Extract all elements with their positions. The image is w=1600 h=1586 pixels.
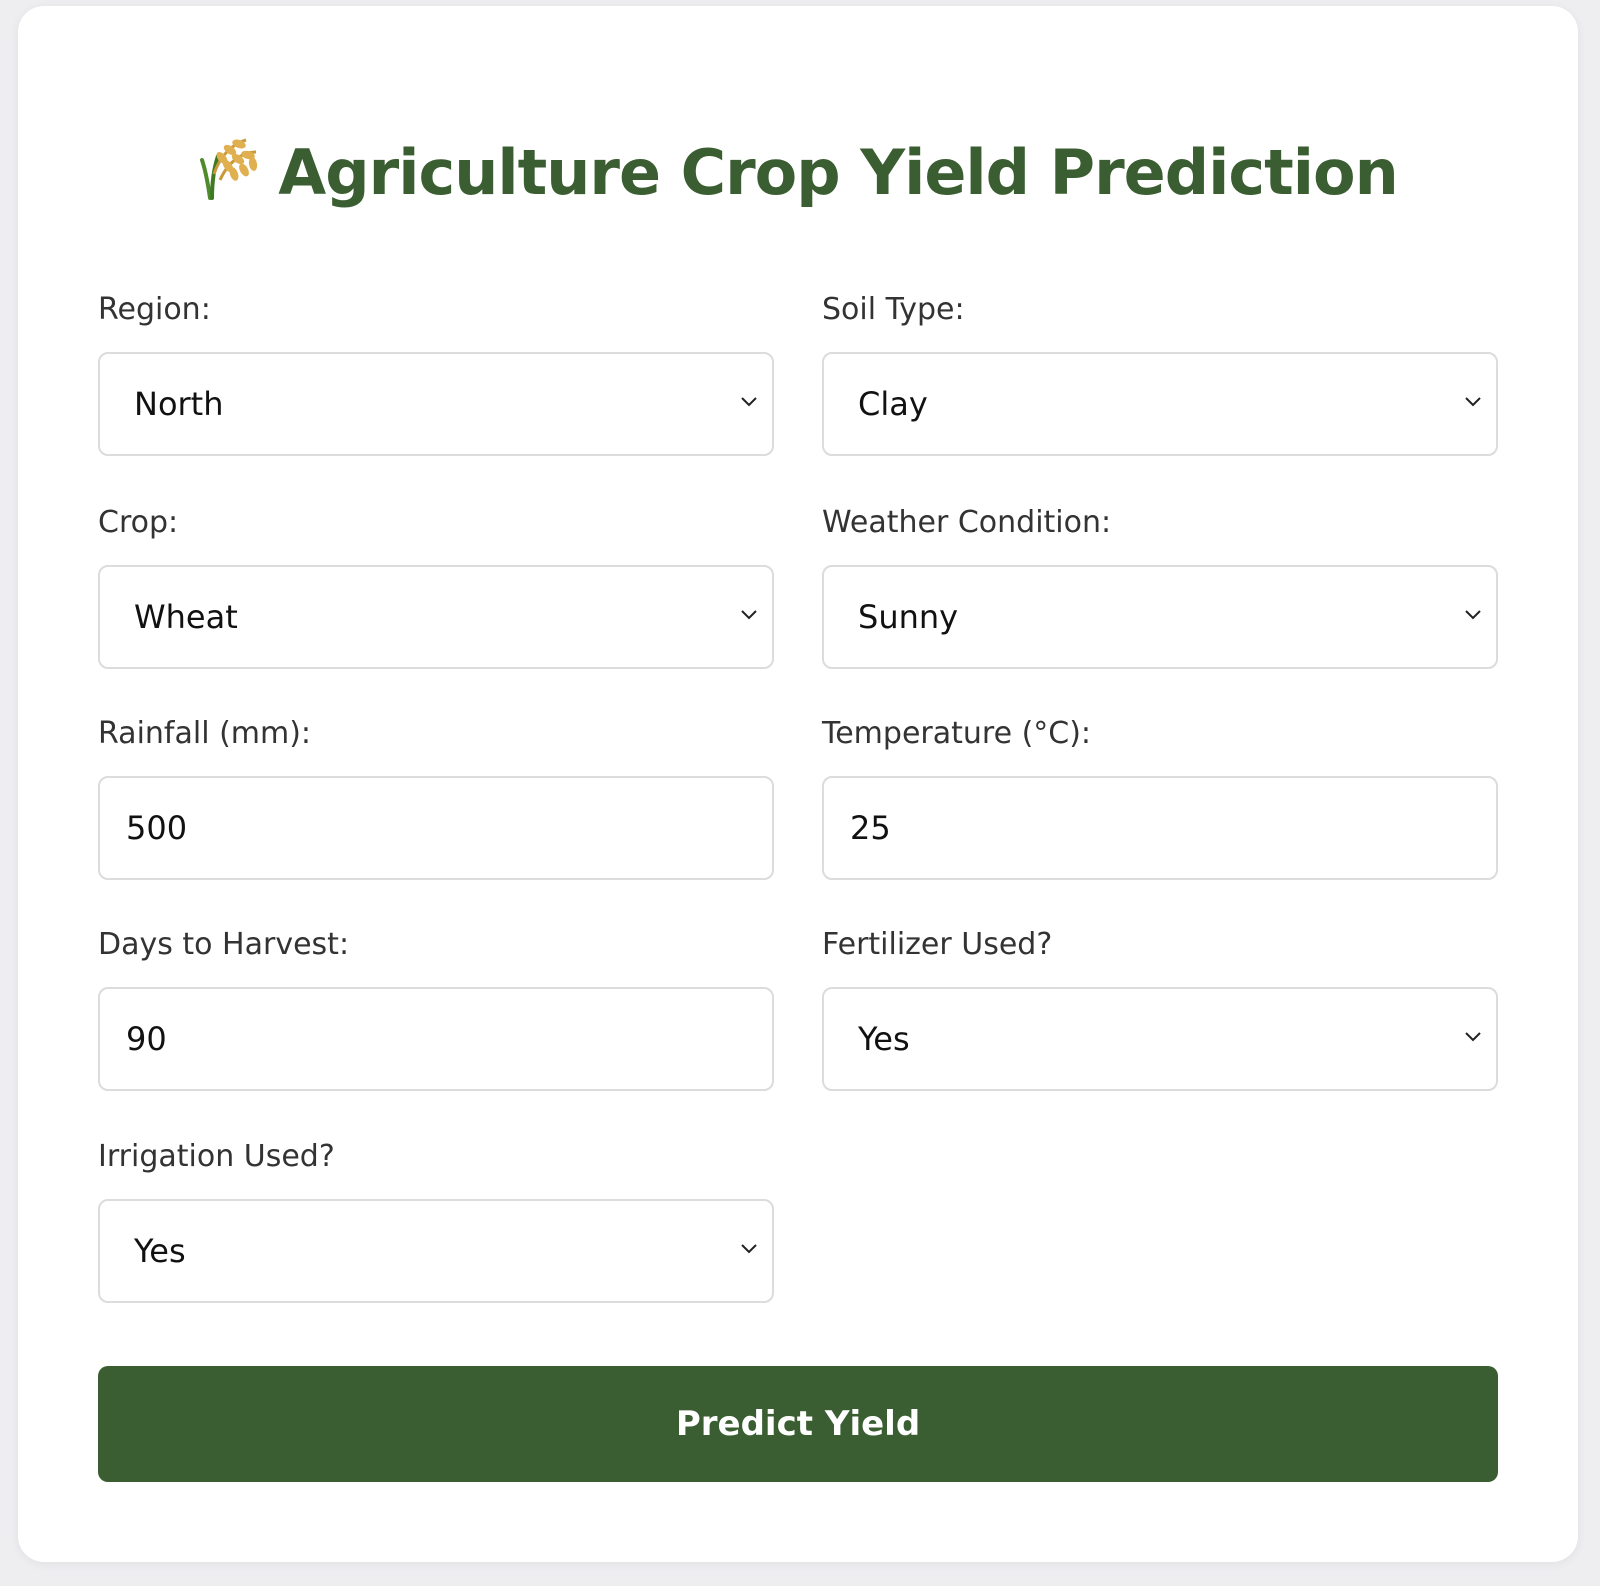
chevron-down-icon xyxy=(741,610,757,620)
region-field: Region: North xyxy=(98,290,774,456)
rice-sheaf-icon xyxy=(200,138,258,200)
rainfall-field: Rainfall (mm): 500 xyxy=(98,714,774,880)
region-select-value: North xyxy=(134,385,224,423)
days-to-harvest-input-value: 90 xyxy=(126,1020,167,1058)
days-to-harvest-input[interactable]: 90 xyxy=(98,987,774,1091)
soil-type-label: Soil Type: xyxy=(822,292,965,327)
rainfall-input-value: 500 xyxy=(126,809,188,847)
form-card: Agriculture Crop Yield Prediction Region… xyxy=(18,6,1578,1562)
weather-label: Weather Condition: xyxy=(822,505,1112,540)
crop-select-value: Wheat xyxy=(134,598,238,636)
soil-type-field: Soil Type: Clay xyxy=(822,290,1498,456)
irrigation-label: Irrigation Used? xyxy=(98,1139,335,1174)
temperature-input-value: 25 xyxy=(850,809,891,847)
temperature-field: Temperature (°C): 25 xyxy=(822,714,1498,880)
rainfall-input[interactable]: 500 xyxy=(98,776,774,880)
weather-select-value: Sunny xyxy=(858,598,959,636)
page-title-text: Agriculture Crop Yield Prediction xyxy=(278,136,1398,209)
days-to-harvest-label: Days to Harvest: xyxy=(98,927,350,962)
temperature-input[interactable]: 25 xyxy=(822,776,1498,880)
weather-select[interactable]: Sunny xyxy=(822,565,1498,669)
crop-field: Crop: Wheat xyxy=(98,503,774,669)
soil-type-select-value: Clay xyxy=(858,385,928,423)
irrigation-select-value: Yes xyxy=(134,1232,186,1270)
fertilizer-select-value: Yes xyxy=(858,1020,910,1058)
fertilizer-select[interactable]: Yes xyxy=(822,987,1498,1091)
crop-label: Crop: xyxy=(98,505,179,540)
crop-select[interactable]: Wheat xyxy=(98,565,774,669)
fertilizer-label: Fertilizer Used? xyxy=(822,927,1053,962)
temperature-label: Temperature (°C): xyxy=(822,716,1092,751)
chevron-down-icon xyxy=(1465,610,1481,620)
region-label: Region: xyxy=(98,292,211,327)
days-to-harvest-field: Days to Harvest: 90 xyxy=(98,925,774,1091)
rainfall-label: Rainfall (mm): xyxy=(98,716,312,751)
fertilizer-field: Fertilizer Used? Yes xyxy=(822,925,1498,1091)
weather-field: Weather Condition: Sunny xyxy=(822,503,1498,669)
irrigation-select[interactable]: Yes xyxy=(98,1199,774,1303)
chevron-down-icon xyxy=(1465,1032,1481,1042)
soil-type-select[interactable]: Clay xyxy=(822,352,1498,456)
chevron-down-icon xyxy=(1465,397,1481,407)
predict-yield-button[interactable]: Predict Yield xyxy=(98,1366,1498,1482)
chevron-down-icon xyxy=(741,1244,757,1254)
chevron-down-icon xyxy=(741,397,757,407)
page-title: Agriculture Crop Yield Prediction xyxy=(18,134,1578,209)
irrigation-field: Irrigation Used? Yes xyxy=(98,1137,774,1303)
region-select[interactable]: North xyxy=(98,352,774,456)
